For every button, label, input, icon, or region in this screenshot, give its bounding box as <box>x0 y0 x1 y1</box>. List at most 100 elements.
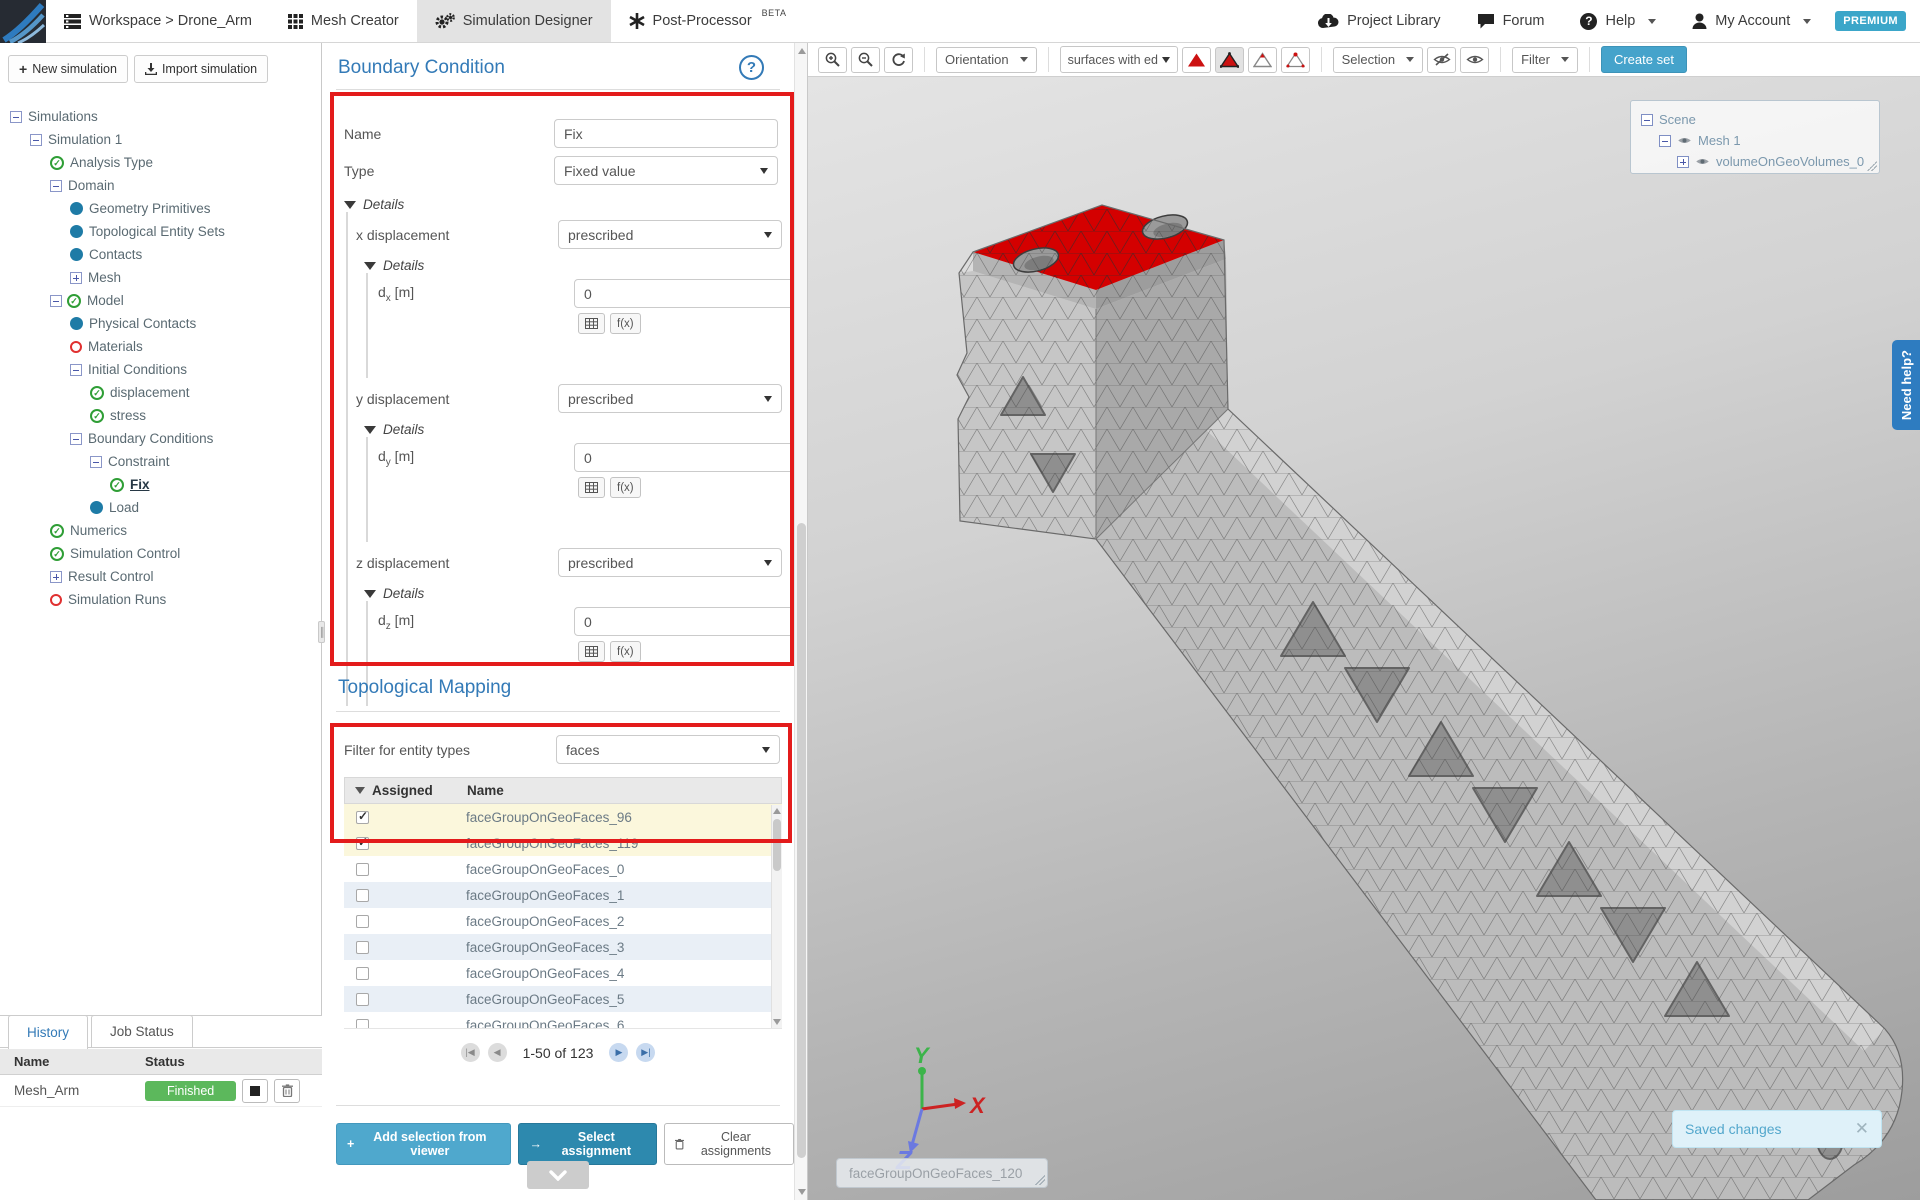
collapse-panel-button[interactable] <box>527 1161 589 1189</box>
tree-item-simulation-control[interactable]: Simulation Control <box>10 542 321 565</box>
first-page-button[interactable]: |◀ <box>461 1043 480 1062</box>
eye-icon[interactable] <box>1695 156 1710 167</box>
select-assignment-button[interactable]: → Select assignment <box>518 1123 656 1165</box>
tree-item-simulation-runs[interactable]: Simulation Runs <box>10 588 321 611</box>
tab-simulation-designer[interactable]: Simulation Designer <box>417 0 611 42</box>
details-toggle[interactable]: Details <box>364 422 794 437</box>
table-row[interactable]: faceGroupOnGeoFaces_0 <box>344 856 782 882</box>
app-logo[interactable] <box>0 0 46 43</box>
x-displacement-select[interactable]: prescribed <box>558 220 782 249</box>
details-toggle[interactable]: Details <box>344 197 794 212</box>
tree-item-simulation-1[interactable]: Simulation 1 <box>10 128 321 151</box>
collapse-icon[interactable] <box>50 295 62 307</box>
tree-item-model[interactable]: Model <box>10 289 321 312</box>
hide-selected-button[interactable] <box>1427 47 1456 73</box>
scene-tree-item-scene[interactable]: Scene <box>1641 109 1879 130</box>
table-input-button[interactable] <box>578 313 605 334</box>
tree-item-mesh[interactable]: Mesh <box>10 266 321 289</box>
tree-item-boundary-conditions[interactable]: Boundary Conditions <box>10 427 321 450</box>
assigned-checkbox[interactable] <box>356 993 369 1006</box>
tree-item-stress[interactable]: stress <box>10 404 321 427</box>
tree-item-constraint[interactable]: Constraint <box>10 450 321 473</box>
y-displacement-select[interactable]: prescribed <box>558 384 782 413</box>
entity-filter-select[interactable]: faces <box>556 735 780 764</box>
collapse-icon[interactable] <box>70 364 82 376</box>
render-points-button[interactable] <box>1281 47 1310 73</box>
selection-menu[interactable]: Selection <box>1333 47 1423 73</box>
tree-item-materials[interactable]: Materials <box>10 335 321 358</box>
table-header[interactable]: Assigned Name <box>344 777 782 804</box>
render-wireframe-button[interactable] <box>1248 47 1277 73</box>
assigned-checkbox[interactable] <box>356 811 369 824</box>
table-row[interactable]: faceGroupOnGeoFaces_1 <box>344 882 782 908</box>
collapse-icon[interactable] <box>90 456 102 468</box>
new-simulation-button[interactable]: + New simulation <box>8 55 128 83</box>
project-library-link[interactable]: Project Library <box>1300 13 1458 29</box>
table-row[interactable]: faceGroupOnGeoFaces_4 <box>344 960 782 986</box>
tab-job-status[interactable]: Job Status <box>91 1015 193 1047</box>
tab-mesh-creator[interactable]: Mesh Creator <box>270 0 417 42</box>
name-input[interactable] <box>554 119 778 148</box>
import-simulation-button[interactable]: Import simulation <box>134 55 268 83</box>
collapse-icon[interactable] <box>10 111 22 123</box>
add-selection-button[interactable]: + Add selection from viewer <box>336 1123 511 1165</box>
table-row[interactable]: faceGroupOnGeoFaces_96 <box>344 804 782 830</box>
render-surfaces-button[interactable] <box>1182 47 1211 73</box>
scrollbar-thumb[interactable] <box>797 523 806 1158</box>
table-row[interactable]: faceGroupOnGeoFaces_119 <box>344 830 782 856</box>
table-row[interactable]: faceGroupOnGeoFaces_5 <box>344 986 782 1012</box>
type-select[interactable]: Fixed value <box>554 156 778 185</box>
formula-button[interactable]: f(x) <box>610 313 641 334</box>
resize-handle-icon[interactable] <box>1867 161 1877 171</box>
assigned-checkbox[interactable] <box>356 967 369 980</box>
formula-button[interactable]: f(x) <box>610 641 641 662</box>
assigned-checkbox[interactable] <box>356 941 369 954</box>
scrollbar-thumb[interactable] <box>773 819 781 871</box>
assigned-checkbox[interactable] <box>356 837 369 850</box>
need-help-tab[interactable]: Need help? <box>1892 340 1920 430</box>
collapse-icon[interactable] <box>1659 135 1671 147</box>
panel-scrollbar[interactable] <box>794 43 807 1200</box>
table-row[interactable]: faceGroupOnGeoFaces_3 <box>344 934 782 960</box>
3d-viewport[interactable]: Scene Mesh 1 volumeOnGeoVolumes_0 Y X <box>808 77 1920 1200</box>
scene-tree-overlay[interactable]: Scene Mesh 1 volumeOnGeoVolumes_0 <box>1630 100 1880 174</box>
panel-help-button[interactable] <box>739 55 764 80</box>
next-page-button[interactable]: ▶ <box>609 1043 628 1062</box>
tab-history[interactable]: History <box>8 1015 88 1049</box>
help-menu[interactable]: Help <box>1562 13 1674 30</box>
dz-value-input[interactable] <box>574 607 794 636</box>
stop-job-button[interactable] <box>242 1079 268 1103</box>
assigned-checkbox[interactable] <box>356 863 369 876</box>
z-displacement-select[interactable]: prescribed <box>558 548 782 577</box>
clear-assignments-button[interactable]: Clear assignments <box>664 1123 794 1165</box>
history-row[interactable]: Mesh_Arm Finished <box>0 1075 322 1107</box>
last-page-button[interactable]: ▶| <box>636 1043 655 1062</box>
render-surfaces-edges-button[interactable] <box>1215 47 1244 73</box>
eye-icon[interactable] <box>1677 135 1692 146</box>
close-icon[interactable]: ✕ <box>1855 1119 1869 1139</box>
assigned-checkbox[interactable] <box>356 889 369 902</box>
tree-item-physical-contacts[interactable]: Physical Contacts <box>10 312 321 335</box>
orientation-menu[interactable]: Orientation <box>936 47 1037 73</box>
collapse-icon[interactable] <box>70 433 82 445</box>
show-all-button[interactable] <box>1460 47 1489 73</box>
tree-item-fix[interactable]: Fix <box>10 473 321 496</box>
scene-tree-item-volume[interactable]: volumeOnGeoVolumes_0 <box>1641 151 1879 172</box>
dy-value-input[interactable] <box>574 443 794 472</box>
render-mode-select[interactable]: surfaces with ed <box>1060 46 1178 73</box>
table-input-button[interactable] <box>578 641 605 662</box>
table-row[interactable]: faceGroupOnGeoFaces_2 <box>344 908 782 934</box>
forum-link[interactable]: Forum <box>1459 13 1563 29</box>
details-toggle[interactable]: Details <box>364 258 794 273</box>
workspace-breadcrumb[interactable]: Workspace > Drone_Arm <box>46 0 270 42</box>
create-set-button[interactable]: Create set <box>1601 46 1687 73</box>
tree-item-contacts[interactable]: Contacts <box>10 243 321 266</box>
dx-value-input[interactable] <box>574 279 794 308</box>
tree-item-analysis-type[interactable]: Analysis Type <box>10 151 321 174</box>
tree-item-initial-conditions[interactable]: Initial Conditions <box>10 358 321 381</box>
tree-item-load[interactable]: Load <box>10 496 321 519</box>
expand-icon[interactable] <box>70 272 82 284</box>
drone-arm-mesh-model[interactable] <box>808 77 1920 1200</box>
assigned-checkbox[interactable] <box>356 1019 369 1030</box>
filter-menu[interactable]: Filter <box>1512 47 1578 73</box>
